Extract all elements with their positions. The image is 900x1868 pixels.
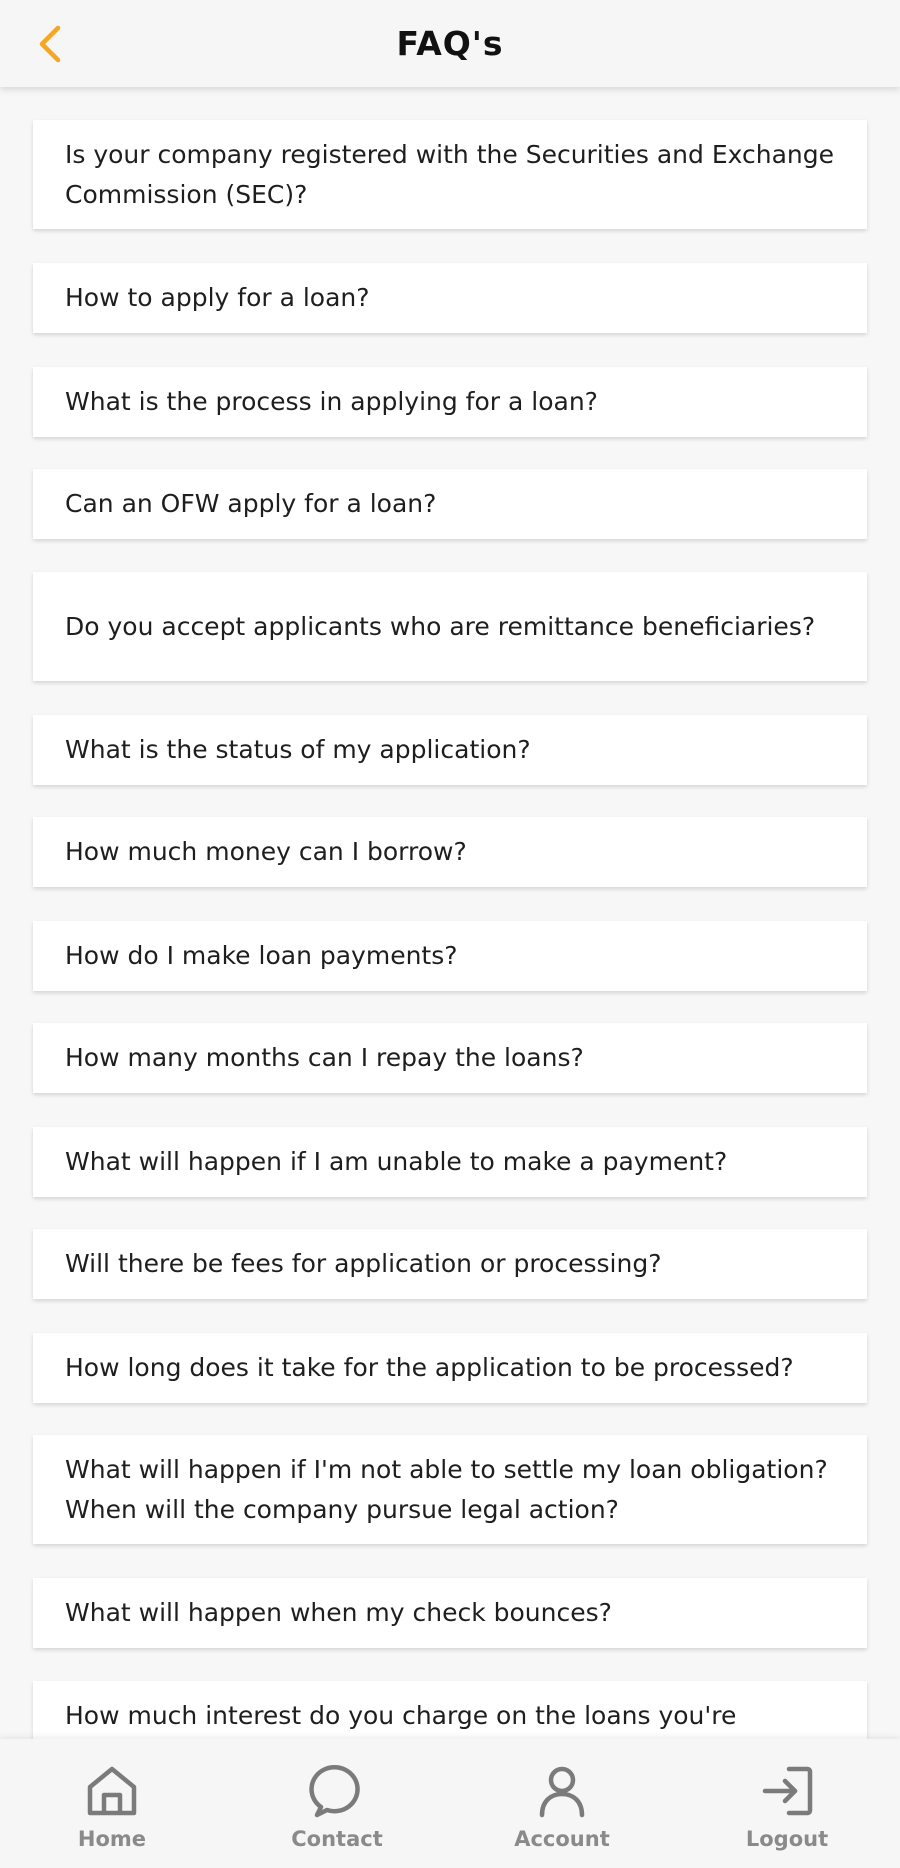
faq-item[interactable]: Can an OFW apply for a loan? <box>33 469 867 539</box>
app-header: FAQ's <box>0 0 900 87</box>
nav-logout[interactable]: Logout <box>707 1739 867 1868</box>
home-icon <box>82 1761 142 1821</box>
faq-item[interactable]: How much money can I borrow? <box>33 817 867 887</box>
faq-item[interactable]: How do I make loan payments? <box>33 921 867 991</box>
faq-item[interactable]: Will there be fees for application or pr… <box>33 1229 867 1299</box>
nav-logout-label: Logout <box>745 1827 829 1851</box>
faq-item[interactable]: What will happen when my check bounces? <box>33 1578 867 1648</box>
nav-account-label: Account <box>514 1827 610 1851</box>
nav-home[interactable]: Home <box>32 1739 192 1868</box>
faq-item[interactable]: What will happen if I am unable to make … <box>33 1127 867 1197</box>
nav-contact[interactable]: Contact <box>257 1739 417 1868</box>
faq-item[interactable]: How long does it take for the applicatio… <box>33 1333 867 1403</box>
nav-account[interactable]: Account <box>482 1739 642 1868</box>
faq-item[interactable]: How many months can I repay the loans? <box>33 1023 867 1093</box>
page-title: FAQ's <box>396 24 504 63</box>
user-icon <box>532 1761 592 1821</box>
faq-item[interactable]: How to apply for a loan? <box>33 263 867 333</box>
bottom-nav: Home Contact Account Logout <box>0 1739 900 1868</box>
nav-contact-label: Contact <box>291 1827 383 1851</box>
faq-list: Is your company registered with the Secu… <box>0 87 900 1739</box>
faq-item[interactable]: Is your company registered with the Secu… <box>33 120 867 229</box>
nav-home-label: Home <box>77 1827 147 1851</box>
logout-icon <box>757 1761 817 1821</box>
faq-item[interactable]: What is the status of my application? <box>33 715 867 785</box>
faq-item[interactable]: Do you accept applicants who are remitta… <box>33 572 867 681</box>
chat-bubble-icon <box>307 1761 367 1821</box>
faq-item[interactable]: What is the process in applying for a lo… <box>33 367 867 437</box>
faq-item[interactable]: How much interest do you charge on the l… <box>33 1681 867 1739</box>
faq-item[interactable]: What will happen if I'm not able to sett… <box>33 1435 867 1544</box>
